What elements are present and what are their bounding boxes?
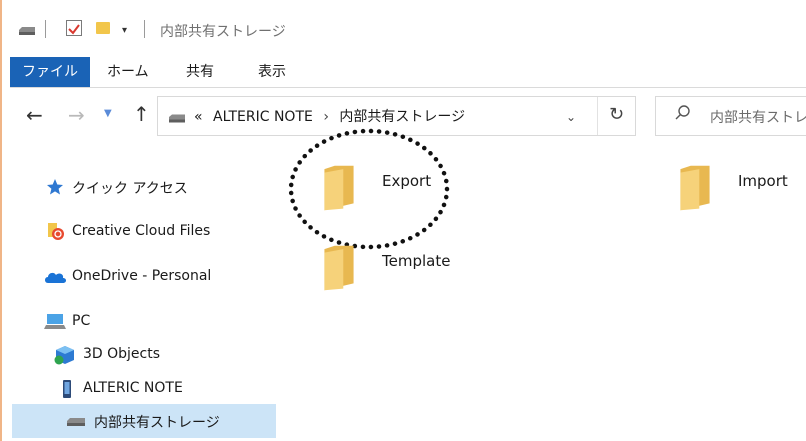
folder-item-import[interactable]: Import [672,160,806,224]
new-folder-icon[interactable] [96,22,110,34]
tab-view[interactable]: 表示 [258,57,286,87]
tab-home[interactable]: ホーム [107,57,149,87]
drive-icon [19,27,35,35]
breadcrumb-separator[interactable]: › [323,109,329,125]
breadcrumb-overflow[interactable]: « [194,109,203,125]
sidebar-item-label: Creative Cloud Files [72,223,211,239]
address-divider [597,97,598,135]
search-icon [675,105,690,120]
address-dropdown-chevron-icon[interactable]: ⌄ [566,110,576,124]
tab-file[interactable]: ファイル [10,57,90,87]
up-arrow-icon[interactable]: ↑ [133,102,150,126]
tab-share[interactable]: 共有 [186,57,214,87]
recent-locations-chevron-icon[interactable]: ▼ [104,108,112,119]
folder-icon [680,165,710,211]
sidebar-item-onedrive[interactable]: OneDrive - Personal [0,262,276,292]
sidebar-item-label: クイック アクセス [72,181,188,197]
refresh-icon[interactable]: ↻ [609,104,624,125]
pc-icon [44,314,66,329]
breadcrumb-item-alteric-note[interactable]: ALTERIC NOTE [213,109,313,125]
folder-icon [324,245,354,291]
onedrive-cloud-icon [45,272,66,283]
sidebar-item-3d-objects[interactable]: 3D Objects [0,340,276,370]
folder-name: Template [382,252,451,270]
ribbon-divider [10,87,806,88]
breadcrumb-item-storage[interactable]: 内部共有ストレージ [339,109,465,125]
sidebar-item-label: 内部共有ストレージ [94,415,220,431]
title-bar: ▾ 内部共有ストレージ [0,0,806,52]
device-icon [63,380,71,398]
sidebar-item-label: ALTERIC NOTE [83,380,183,396]
quick-access-dropdown-icon[interactable]: ▾ [122,25,127,36]
storage-drive-icon [67,418,85,426]
title-separator [144,20,145,38]
creative-cloud-icon [48,223,64,240]
sidebar-item-internal-storage[interactable]: 内部共有ストレージ [0,406,276,436]
sidebar-item-label: 3D Objects [83,346,161,362]
3d-objects-icon [54,346,74,365]
highlight-dotted-circle [288,128,450,250]
search-input[interactable]: 内部共有ストレ [710,107,806,127]
back-arrow-icon[interactable]: ← [26,103,43,127]
title-separator [45,20,46,38]
window-title: 内部共有ストレージ [160,24,286,40]
sidebar-item-quick-access[interactable]: クイック アクセス [0,172,276,202]
breadcrumb[interactable]: « ALTERIC NOTE › 内部共有ストレージ [194,106,465,126]
folder-name: Import [738,172,788,190]
sidebar-item-creative-cloud[interactable]: Creative Cloud Files [0,217,276,247]
sidebar-item-alteric-note[interactable]: ALTERIC NOTE [0,374,276,404]
properties-check-icon[interactable] [66,20,82,36]
star-icon [47,179,63,195]
sidebar-item-pc[interactable]: PC [0,307,276,337]
sidebar-item-label: PC [72,313,91,329]
sidebar-item-label: OneDrive - Personal [72,268,212,284]
folder-item-template[interactable]: Template [316,240,476,304]
forward-arrow-icon[interactable]: → [68,103,85,127]
drive-icon [169,114,185,123]
